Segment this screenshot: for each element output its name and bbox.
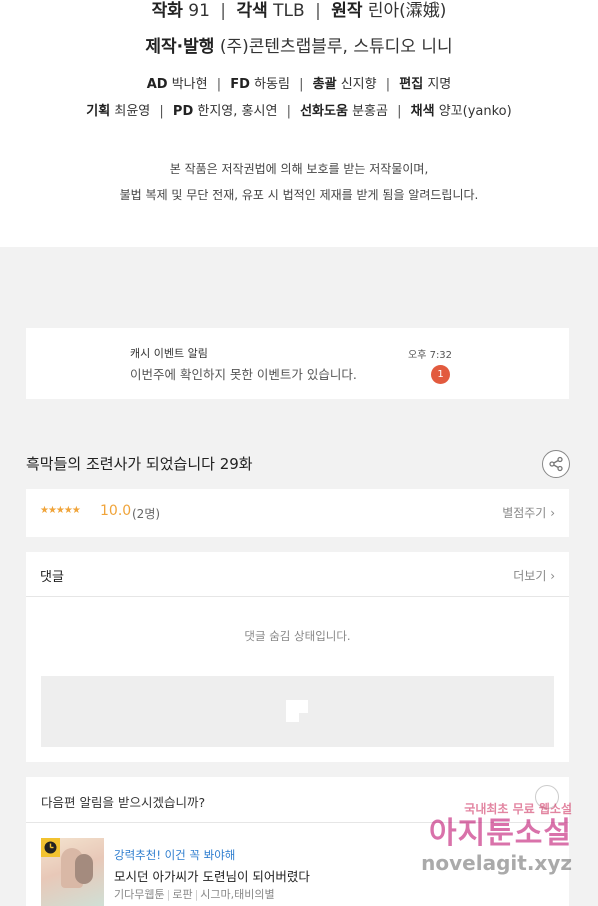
chevron-right-icon: › xyxy=(550,506,555,520)
comments-card: 댓글 더보기 › 댓글 숨김 상태입니다. xyxy=(26,552,569,762)
cash-event-card[interactable]: 캐시 이벤트 알림 이번주에 확인하지 못한 이벤트가 있습니다. 오후 7:3… xyxy=(26,328,569,399)
comments-more-button[interactable]: 더보기 › xyxy=(513,567,555,584)
credits-line-1: 작화 91 | 각색 TLB | 원작 린아(瀮娥) xyxy=(151,1,447,21)
ad-placeholder[interactable] xyxy=(41,676,554,747)
rate-button-label: 별점주기 xyxy=(502,506,547,520)
credit-label: 기획 xyxy=(86,104,111,119)
share-button[interactable] xyxy=(542,450,570,478)
rating-count: (2명) xyxy=(132,507,161,521)
credit-label: 원작 xyxy=(331,1,363,21)
credit-value: (주)콘텐츠랩블루, 스튜디오 니니 xyxy=(219,37,453,57)
cash-event-time: 오후 7:32 xyxy=(408,350,453,361)
credit-value: 하동림 xyxy=(254,77,290,92)
credit-label: 채색 xyxy=(410,104,435,119)
credit-value: 91 xyxy=(188,1,210,21)
share-icon xyxy=(549,456,563,472)
cash-event-title: 캐시 이벤트 알림 xyxy=(130,347,208,360)
watermark: 국내최초 무료 웹소설 아지툰소설 novelagit.xyz xyxy=(421,800,572,875)
credits-line-3: AD 박나현 | FD 하동림 | 총괄 신지향 | 편집 지명 xyxy=(146,77,452,92)
credit-value: TLB xyxy=(273,1,305,21)
credit-value: 린아(瀮娥) xyxy=(367,1,447,21)
clock-icon xyxy=(41,838,60,857)
credits-line-4: 기획 최윤영 | PD 한지영, 홍시연 | 선화도움 분홍곰 | 채색 양꼬(… xyxy=(86,104,512,119)
recommend-meta-item: 시그마,태비의별 xyxy=(200,888,275,901)
comments-title: 댓글 xyxy=(40,570,64,585)
comments-hidden-message: 댓글 숨김 상태입니다. xyxy=(244,629,351,643)
recommend-title[interactable]: 모시던 아가씨가 도련님이 되어버렸다 xyxy=(114,866,310,885)
comments-header: 댓글 더보기 › xyxy=(26,552,569,597)
credit-label: PD xyxy=(172,104,194,119)
credit-label: 편집 xyxy=(399,77,424,92)
credit-label: 총괄 xyxy=(312,77,337,92)
credit-value: 양꼬(yanko) xyxy=(438,104,512,119)
chevron-right-icon: › xyxy=(550,569,555,583)
cash-event-message: 이번주에 확인하지 못한 이벤트가 있습니다. xyxy=(130,367,357,382)
watermark-line-1: 국내최초 무료 웹소설 xyxy=(464,802,572,816)
rating-score: 10.0 xyxy=(100,503,132,519)
recommend-tag: 강력추천! 이건 꼭 봐야해 xyxy=(114,848,236,862)
credit-label: 선화도움 xyxy=(300,104,348,119)
recommend-meta: 기다무웹툰 | 로판 | 시그마,태비의별 xyxy=(114,888,275,901)
rating-card: ★★★★★ 10.0 (2명) 별점주기 › xyxy=(26,489,569,537)
watermark-line-2: 아지툰소설 xyxy=(429,816,572,851)
comments-more-label: 더보기 xyxy=(513,569,547,583)
credit-label: 각색 xyxy=(236,1,268,21)
credit-label: 제작·발행 xyxy=(145,37,215,57)
episode-title: 흑막들의 조련사가 되었습니다 29화 xyxy=(26,455,253,473)
credit-value: 지명 xyxy=(427,77,452,92)
credit-value: 한지영, 홍시연 xyxy=(197,104,278,119)
recommend-meta-item: 로판 xyxy=(172,888,193,901)
copyright-notice-1: 본 작품은 저작권법에 의해 보호를 받는 저작물이며, xyxy=(169,162,429,176)
image-placeholder-icon xyxy=(286,700,308,722)
credits-section: 작화 91 | 각색 TLB | 원작 린아(瀮娥) 제작·발행 (주)콘텐츠랩… xyxy=(0,0,598,247)
credit-label: FD xyxy=(230,77,250,92)
watermark-line-3: novelagit.xyz xyxy=(421,851,572,875)
recommend-meta-item: 기다무웹툰 xyxy=(114,888,165,901)
recommend-thumbnail[interactable] xyxy=(41,838,104,906)
credit-value: 신지향 xyxy=(340,77,377,92)
credit-value: 최윤영 xyxy=(114,104,151,119)
next-episode-question: 다음편 알림을 받으시겠습니까? xyxy=(41,795,206,810)
credit-value: 박나현 xyxy=(171,77,208,92)
rating-stars: ★★★★★ xyxy=(40,505,81,516)
credit-label: AD xyxy=(146,77,168,92)
credit-label: 작화 xyxy=(151,1,183,21)
copyright-notice-2: 불법 복제 및 무단 전재, 유포 시 법적인 제재를 받게 됨을 알려드립니다… xyxy=(119,188,479,202)
credit-value: 분홍곰 xyxy=(352,104,388,119)
rate-button[interactable]: 별점주기 › xyxy=(502,504,555,521)
credits-line-2: 제작·발행 (주)콘텐츠랩블루, 스튜디오 니니 xyxy=(0,35,598,59)
notification-badge: 1 xyxy=(431,365,450,384)
